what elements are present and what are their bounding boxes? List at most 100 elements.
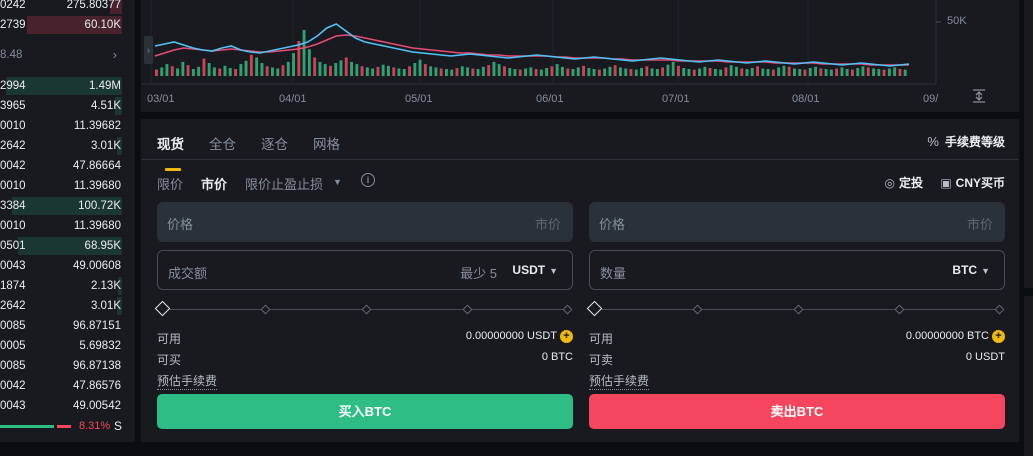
volume-bar <box>814 66 817 76</box>
order-book-row[interactable]: 0501 68.95K <box>0 236 135 256</box>
buy-percent-slider[interactable] <box>154 300 573 317</box>
order-book-row[interactable]: 3384 100.72K <box>0 196 135 216</box>
sell-unit-select[interactable]: BTC ▼ <box>952 263 990 277</box>
sell-fee-label[interactable]: 预估手续费 <box>589 372 650 390</box>
mid-price-row[interactable]: 8.48 › <box>0 44 135 66</box>
volume-bar <box>803 69 807 76</box>
slider-step-50[interactable] <box>361 304 372 315</box>
info-icon[interactable]: i <box>361 173 375 187</box>
order-book-row[interactable]: 2739 60.10K <box>0 15 135 35</box>
volume-bar <box>181 61 185 76</box>
order-book-row[interactable]: 0085 96.87151 <box>0 316 135 336</box>
sell-amount-field[interactable]: 数量 BTC ▼ <box>589 250 1005 290</box>
buy-max-label: 可买 <box>157 353 182 367</box>
order-book-row[interactable]: 2994 1.49M <box>0 76 135 96</box>
chevron-down-icon: ▼ <box>549 266 558 276</box>
volume-bar <box>286 61 290 76</box>
order-book-row[interactable]: 0085 96.87138 <box>0 356 135 376</box>
volume-bar <box>856 68 860 77</box>
buy-sell-ratio: 8.31% S <box>0 416 135 436</box>
order-book-row[interactable]: 2642 3.01K <box>0 136 135 156</box>
volume-bar <box>587 68 591 77</box>
volume-bar <box>329 65 332 77</box>
buy-button[interactable]: 买入BTC <box>157 394 573 429</box>
volume-bar <box>677 65 680 77</box>
chart-collapse-handle[interactable]: › <box>144 36 153 64</box>
sell-available-label: 可用 <box>589 332 614 346</box>
volume-bar <box>529 67 533 76</box>
sell-ratio-bar <box>57 425 71 428</box>
volume-bar <box>882 69 886 76</box>
percent-icon: % <box>927 134 939 149</box>
buy-price-label: 价格 <box>167 217 194 232</box>
volume-bar <box>513 69 517 76</box>
slider-step-100[interactable] <box>562 304 573 315</box>
order-price: 1874 <box>0 280 26 292</box>
order-book-row[interactable]: 0242 275.80377 <box>0 0 135 15</box>
tab-grid[interactable]: 网格 <box>313 133 340 153</box>
order-book-row[interactable]: 0043 49.00542 <box>0 396 135 416</box>
order-book-row[interactable]: 0010 11.39682 <box>0 116 135 136</box>
volume-bar <box>634 69 638 76</box>
volume-bar <box>571 69 575 76</box>
order-book-row[interactable]: 2642 3.01K <box>0 296 135 316</box>
sell-unit-label: BTC <box>952 263 978 277</box>
volume-bar <box>671 61 675 76</box>
order-book-row[interactable]: 3965 4.51K <box>0 96 135 116</box>
buy-ratio-bar <box>0 425 54 428</box>
order-price: 0043 <box>0 260 26 272</box>
slider-step-100[interactable] <box>994 304 1005 315</box>
plus-circle-icon[interactable]: + <box>992 330 1005 343</box>
sell-percent-slider[interactable] <box>586 300 1005 317</box>
order-book-row[interactable]: 0042 47.86664 <box>0 156 135 176</box>
order-book-row[interactable]: 0010 11.39680 <box>0 216 135 236</box>
volume-bar <box>576 67 580 76</box>
slider-knob[interactable] <box>154 300 171 317</box>
slider-step-25[interactable] <box>260 304 271 315</box>
volume-bar <box>155 69 158 76</box>
tab-spot[interactable]: 现货 <box>157 133 184 153</box>
volume-bar <box>197 66 201 76</box>
volume-bar <box>476 69 480 76</box>
order-type-market[interactable]: 市价 <box>201 174 227 193</box>
volume-bar <box>165 64 169 76</box>
buy-unit-select[interactable]: USDT ▼ <box>512 263 558 277</box>
chevron-down-icon[interactable]: ▼ <box>333 177 342 187</box>
order-book-row[interactable]: 0042 47.86576 <box>0 376 135 396</box>
slider-step-50[interactable] <box>793 304 804 315</box>
right-panel-edge <box>1024 0 1033 456</box>
volume-bar <box>365 67 369 76</box>
buy-amount-field[interactable]: 成交额 最少 5 USDT ▼ <box>157 250 573 290</box>
order-price: 0085 <box>0 360 26 372</box>
sell-price-field: 价格 市价 <box>589 202 1005 242</box>
slider-step-25[interactable] <box>692 304 703 315</box>
order-qty: 3.01K <box>90 300 121 312</box>
slider-step-75[interactable] <box>462 304 473 315</box>
volume-bar <box>418 59 422 76</box>
tab-cross[interactable]: 全仓 <box>209 133 236 153</box>
buy-fee-label[interactable]: 预估手续费 <box>157 372 218 390</box>
slider-step-75[interactable] <box>894 304 905 315</box>
plus-circle-icon[interactable]: + <box>560 330 573 343</box>
volume-bar <box>808 68 812 77</box>
order-book: 0242 275.80377 2739 60.10K 8.48 › 2994 1.49M 396… <box>0 0 135 442</box>
recurring-icon: ◎ <box>884 176 895 190</box>
sell-button[interactable]: 卖出BTC <box>589 394 1005 429</box>
order-book-row[interactable]: 0010 11.39680 <box>0 176 135 196</box>
price-chart[interactable]: › 50K 03/01 04/01 05/01 06/01 07/01 08/0… <box>141 0 1019 112</box>
volume-bar <box>497 64 501 76</box>
order-book-row[interactable]: 1874 2.13K <box>0 276 135 296</box>
right-links: ◎ 定投 ▣ CNY买币 <box>884 174 1005 191</box>
tab-isolated[interactable]: 逐仓 <box>261 133 288 153</box>
order-type-limit[interactable]: 限价 <box>157 174 183 193</box>
reset-scale-icon[interactable] <box>971 88 989 106</box>
fee-level-link[interactable]: % 手续费等级 <box>927 133 1005 150</box>
buy-cny-link[interactable]: ▣ CNY买币 <box>940 176 1005 190</box>
dca-link[interactable]: ◎ 定投 <box>884 176 923 190</box>
order-type-stop-limit[interactable]: 限价止盈止损 <box>245 174 323 193</box>
volume-bar <box>893 67 897 76</box>
order-book-row[interactable]: 0043 49.00608 <box>0 256 135 276</box>
order-qty: 47.86664 <box>73 160 121 172</box>
slider-knob[interactable] <box>586 300 603 317</box>
order-book-row[interactable]: 0005 5.69832 <box>0 336 135 356</box>
